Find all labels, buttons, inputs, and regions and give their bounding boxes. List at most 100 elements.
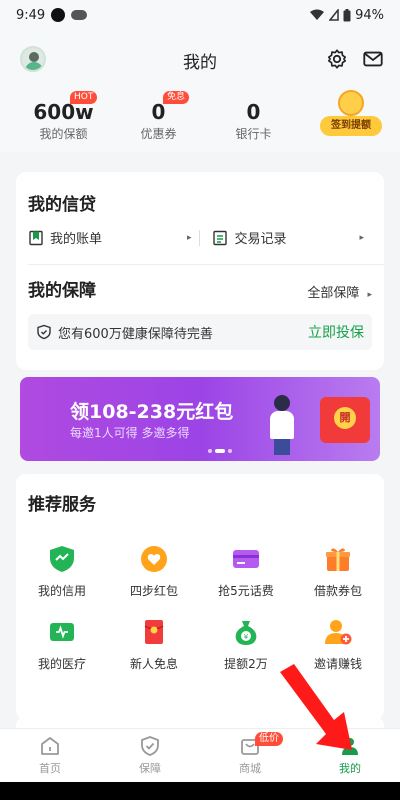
credit-card-section: 我的信贷 我的账单 ▸ 交易记录 ▸ 我的保障 全部保障 ▸ 您有600万健康保… xyxy=(16,172,384,370)
stat-value: 600w xyxy=(33,99,94,124)
status-bar: 9:49 94% xyxy=(0,0,400,30)
hot-tag: HOT xyxy=(70,90,98,104)
battery-percent: 94% xyxy=(355,7,384,23)
card-icon xyxy=(233,550,259,568)
transactions-link[interactable]: 交易记录 ▸ xyxy=(212,228,372,247)
signal-icon xyxy=(329,9,339,21)
service-label: 我的信用 xyxy=(37,584,86,598)
avatar[interactable] xyxy=(20,46,46,72)
stat-coverage[interactable]: HOT 600w 我的保额 xyxy=(16,90,111,142)
carousel-dot xyxy=(208,449,212,453)
page-title: 我的 xyxy=(183,52,217,73)
tab-protection[interactable]: 保障 xyxy=(100,729,200,782)
service-loan-coupons[interactable]: 借款券包 xyxy=(292,544,384,599)
red-arrow-annotation-icon xyxy=(280,664,352,750)
protection-notice[interactable]: 您有600万健康保障待完善 立即投保 xyxy=(28,314,372,350)
credit-title: 我的信贷 xyxy=(28,195,96,215)
gear-icon[interactable] xyxy=(326,48,348,70)
stat-value: 0 xyxy=(151,99,166,124)
checkin-label: 签到提额 xyxy=(320,116,382,136)
all-protection-label: 全部保障 xyxy=(307,286,360,301)
service-four-step-redpacket[interactable]: 四步红包 xyxy=(108,544,200,599)
avatar-head xyxy=(29,52,39,62)
person-legs xyxy=(274,439,290,455)
checkin-button[interactable]: 签到提额 xyxy=(320,90,382,142)
carousel-dot xyxy=(228,449,232,453)
person-illustration xyxy=(268,395,296,455)
service-my-credit[interactable]: 我的信用 xyxy=(16,544,108,599)
insure-now-button[interactable]: 立即投保 xyxy=(308,322,364,342)
credit-links: 我的账单 ▸ 交易记录 ▸ xyxy=(28,228,372,247)
shield-check-icon xyxy=(141,736,159,756)
stat-label: 银行卡 xyxy=(235,126,272,141)
service-label: 提额2万 xyxy=(224,657,268,671)
services-title: 推荐服务 xyxy=(28,495,96,515)
service-label: 我的医疗 xyxy=(37,657,86,671)
mail-icon[interactable] xyxy=(362,48,384,70)
tab-label: 保障 xyxy=(139,762,161,775)
open-label: 開 xyxy=(334,407,356,429)
record-icon xyxy=(213,230,228,245)
wifi-icon xyxy=(310,9,325,20)
stat-bank-cards[interactable]: 0 银行卡 xyxy=(206,101,301,142)
medical-card-icon xyxy=(50,623,74,641)
heart-coin-icon xyxy=(141,546,167,572)
red-envelope-icon xyxy=(144,620,164,644)
tab-label: 首页 xyxy=(39,762,61,775)
stat-value: 0 xyxy=(246,99,261,124)
avatar-body xyxy=(25,62,43,70)
status-right: 94% xyxy=(309,8,384,23)
person-head xyxy=(274,395,290,411)
my-bills-label: 我的账单 xyxy=(50,232,103,247)
red-envelope-illustration: 開 xyxy=(320,397,370,443)
money-bag-icon: ¥ xyxy=(235,621,257,645)
notification-dot-icon xyxy=(51,8,66,22)
cloud-icon xyxy=(71,10,88,20)
stat-label: 优惠券 xyxy=(140,126,177,141)
service-my-medical[interactable]: 我的医疗 xyxy=(16,617,108,672)
divider xyxy=(28,264,384,265)
header-actions xyxy=(326,48,384,70)
home-icon xyxy=(41,737,59,755)
caret-right-icon: ▸ xyxy=(367,290,372,300)
interest-free-tag: 免息 xyxy=(163,90,190,104)
carousel-dots xyxy=(208,449,232,453)
service-phone-credit[interactable]: 抢5元话费 xyxy=(200,544,292,599)
service-label: 抢5元话费 xyxy=(218,584,274,598)
caret-right-icon: ▸ xyxy=(186,232,192,243)
divider xyxy=(199,229,201,246)
banner-subtext: 每邀1人可得 多邀多得 xyxy=(70,426,190,440)
service-label: 四步红包 xyxy=(129,584,178,598)
shield-icon xyxy=(50,546,74,572)
person-torso xyxy=(270,411,294,439)
my-bills-link[interactable]: 我的账单 ▸ xyxy=(28,228,199,247)
tab-home[interactable]: 首页 xyxy=(0,729,100,782)
gift-icon xyxy=(326,548,350,571)
all-protection-link[interactable]: 全部保障 ▸ xyxy=(307,282,372,301)
battery-icon xyxy=(343,8,351,21)
service-label: 新人免息 xyxy=(129,657,178,671)
service-label: 借款券包 xyxy=(313,584,362,598)
stat-label: 我的保额 xyxy=(39,126,88,141)
shield-check-icon xyxy=(37,324,51,340)
stats-row: HOT 600w 我的保额 免息 0 优惠券 0 银行卡 签到提额 xyxy=(0,90,400,152)
bill-icon xyxy=(29,230,43,245)
caret-right-icon: ▸ xyxy=(359,232,364,243)
promo-banner[interactable]: 领108-238元红包 每邀1人可得 多邀多得 開 xyxy=(20,377,380,461)
protection-title: 我的保障 xyxy=(28,281,96,301)
system-nav-bar xyxy=(0,782,400,800)
stat-coupons[interactable]: 免息 0 优惠券 xyxy=(111,90,206,142)
svg-text:¥: ¥ xyxy=(244,633,249,641)
status-time: 9:49 xyxy=(16,7,46,23)
invite-user-icon xyxy=(325,620,352,645)
carousel-dot-active xyxy=(215,449,225,453)
coin-icon xyxy=(338,90,364,116)
service-newcomer-interest-free[interactable]: 新人免息 xyxy=(108,617,200,672)
tab-label: 商城 xyxy=(239,762,261,775)
transactions-label: 交易记录 xyxy=(234,232,287,247)
page-header: 我的 xyxy=(0,30,400,90)
services-grid: 我的信用 四步红包 抢5元话费 借款券包 我的医疗 新人免息 ¥ 提额2万 邀请 xyxy=(16,544,384,672)
protection-notice-text: 您有600万健康保障待完善 xyxy=(58,326,213,342)
status-left: 9:49 xyxy=(16,7,88,23)
tab-label: 我的 xyxy=(339,762,361,775)
